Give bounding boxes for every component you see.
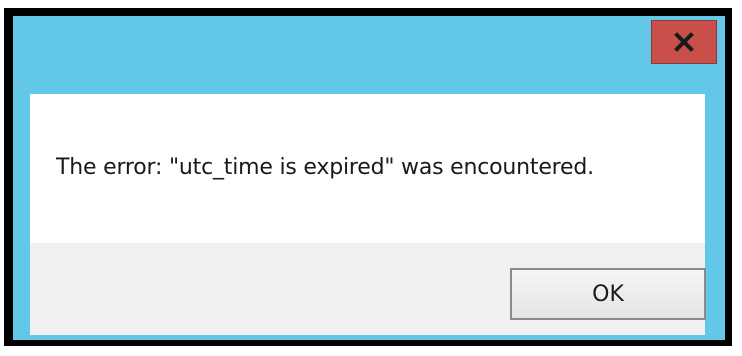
close-button[interactable] bbox=[651, 20, 717, 64]
close-icon bbox=[674, 32, 694, 52]
error-dialog: The error: "utc_time is expired" was enc… bbox=[13, 16, 725, 340]
error-message: The error: "utc_time is expired" was enc… bbox=[56, 155, 594, 180]
button-bar: OK bbox=[30, 243, 706, 335]
message-area: The error: "utc_time is expired" was enc… bbox=[30, 94, 705, 243]
ok-button[interactable]: OK bbox=[510, 268, 706, 320]
dialog-frame: The error: "utc_time is expired" was enc… bbox=[4, 8, 732, 346]
